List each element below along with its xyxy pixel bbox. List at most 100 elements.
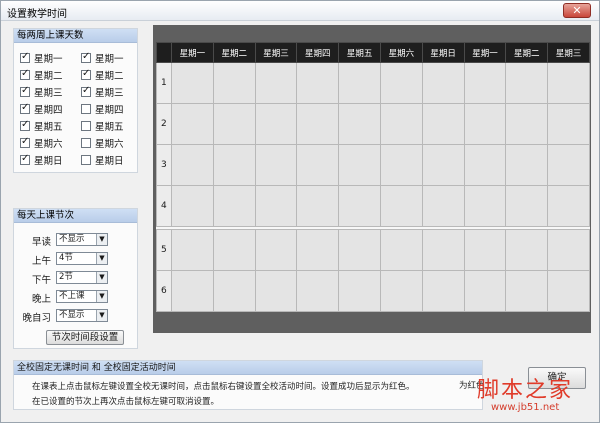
schedule-cell[interactable] [463,62,507,104]
schedule-cell[interactable] [463,229,507,271]
dropdown-arrow-icon[interactable]: ▼ [96,272,107,283]
schedule-cell[interactable] [505,185,549,227]
day-checkbox[interactable]: 星期四 [20,102,63,116]
title-bar[interactable]: 设置教学时间 ✕ [1,1,599,21]
day-checkbox[interactable]: 星期日 [20,153,63,167]
schedule-cell[interactable] [254,229,298,271]
schedule-cell[interactable] [212,62,256,104]
schedule-cell[interactable] [505,62,549,104]
schedule-cell[interactable] [421,103,465,145]
day-checkbox[interactable]: 星期一 [81,51,124,65]
schedule-cell[interactable] [254,185,298,227]
period-select[interactable]: 不上课 ▼ [56,290,108,303]
dropdown-arrow-icon[interactable]: ▼ [96,291,107,302]
schedule-cell[interactable] [547,103,590,145]
period-select[interactable]: 不显示 ▼ [56,233,108,246]
schedule-cell[interactable] [463,270,507,312]
day-checkbox[interactable]: 星期四 [81,102,124,116]
day-checkbox[interactable]: 星期五 [20,119,63,133]
schedule-cell[interactable] [379,185,423,227]
schedule-cell[interactable] [254,62,298,104]
schedule-cell[interactable] [505,103,549,145]
schedule-cell[interactable] [296,185,340,227]
schedule-cell[interactable] [338,185,381,227]
schedule-cell[interactable] [296,62,340,104]
schedule-cell[interactable] [254,103,298,145]
close-button[interactable]: ✕ [563,3,591,18]
schedule-cell[interactable] [171,270,214,312]
day-checkbox[interactable]: 星期三 [81,85,124,99]
schedule-cell[interactable] [212,270,256,312]
schedule-cell[interactable] [379,144,423,186]
schedule-cell[interactable] [338,270,381,312]
day-checkbox[interactable]: 星期二 [20,68,63,82]
schedule-cell[interactable] [421,185,465,227]
schedule-cell[interactable] [547,185,590,227]
schedule-cell[interactable] [547,270,590,312]
checkbox-box[interactable] [81,68,91,80]
period-select[interactable]: 不显示 ▼ [56,309,108,322]
schedule-cell[interactable] [547,229,590,271]
schedule-cell[interactable] [338,62,381,104]
dropdown-arrow-icon[interactable]: ▼ [96,253,107,264]
checkbox-box[interactable] [20,119,30,131]
schedule-cell[interactable] [171,62,214,104]
checkbox-box[interactable] [20,136,30,148]
day-checkbox[interactable]: 星期二 [81,68,124,82]
schedule-cell[interactable] [171,103,214,145]
checkbox-box[interactable] [20,153,30,165]
schedule-cell[interactable] [296,144,340,186]
schedule-cell[interactable] [338,103,381,145]
checkbox-box[interactable] [81,120,91,131]
checkbox-box[interactable] [20,51,30,63]
schedule-cell[interactable] [212,185,256,227]
schedule-cell[interactable] [379,229,423,271]
schedule-cell[interactable] [212,144,256,186]
schedule-cell[interactable] [296,103,340,145]
schedule-cell[interactable] [505,229,549,271]
period-time-settings-button[interactable]: 节次时间段设置 [46,330,124,345]
schedule-cell[interactable] [212,229,256,271]
schedule-cell[interactable] [379,103,423,145]
schedule-cell[interactable] [547,144,590,186]
schedule-cell[interactable] [379,62,423,104]
checkbox-box[interactable] [20,102,30,114]
schedule-cell[interactable] [254,270,298,312]
day-checkbox[interactable]: 星期五 [81,119,124,133]
day-checkbox[interactable]: 星期日 [81,153,124,167]
schedule-cell[interactable] [212,103,256,145]
schedule-cell[interactable] [463,103,507,145]
checkbox-box[interactable] [81,51,91,63]
schedule-cell[interactable] [338,144,381,186]
schedule-cell[interactable] [296,229,340,271]
dropdown-arrow-icon[interactable]: ▼ [96,310,107,321]
period-select[interactable]: 2节 ▼ [56,271,108,284]
schedule-cell[interactable] [171,229,214,271]
checkbox-box[interactable] [81,137,91,148]
checkbox-box[interactable] [81,103,91,114]
schedule-cell[interactable] [421,270,465,312]
schedule-cell[interactable] [171,185,214,227]
schedule-cell[interactable] [463,185,507,227]
day-checkbox[interactable]: 星期六 [81,136,124,150]
checkbox-box[interactable] [81,154,91,165]
schedule-cell[interactable] [296,270,340,312]
checkbox-box[interactable] [81,85,91,97]
day-checkbox[interactable]: 星期三 [20,85,63,99]
schedule-cell[interactable] [254,144,298,186]
schedule-cell[interactable] [505,270,549,312]
schedule-cell[interactable] [421,62,465,104]
period-select[interactable]: 4节 ▼ [56,252,108,265]
checkbox-box[interactable] [20,68,30,80]
day-checkbox[interactable]: 星期一 [20,51,63,65]
schedule-cell[interactable] [421,229,465,271]
schedule-cell[interactable] [505,144,549,186]
schedule-cell[interactable] [171,144,214,186]
checkbox-box[interactable] [20,85,30,97]
schedule-cell[interactable] [421,144,465,186]
day-checkbox[interactable]: 星期六 [20,136,63,150]
schedule-cell[interactable] [338,229,381,271]
schedule-cell[interactable] [463,144,507,186]
dropdown-arrow-icon[interactable]: ▼ [96,234,107,245]
schedule-cell[interactable] [547,62,590,104]
